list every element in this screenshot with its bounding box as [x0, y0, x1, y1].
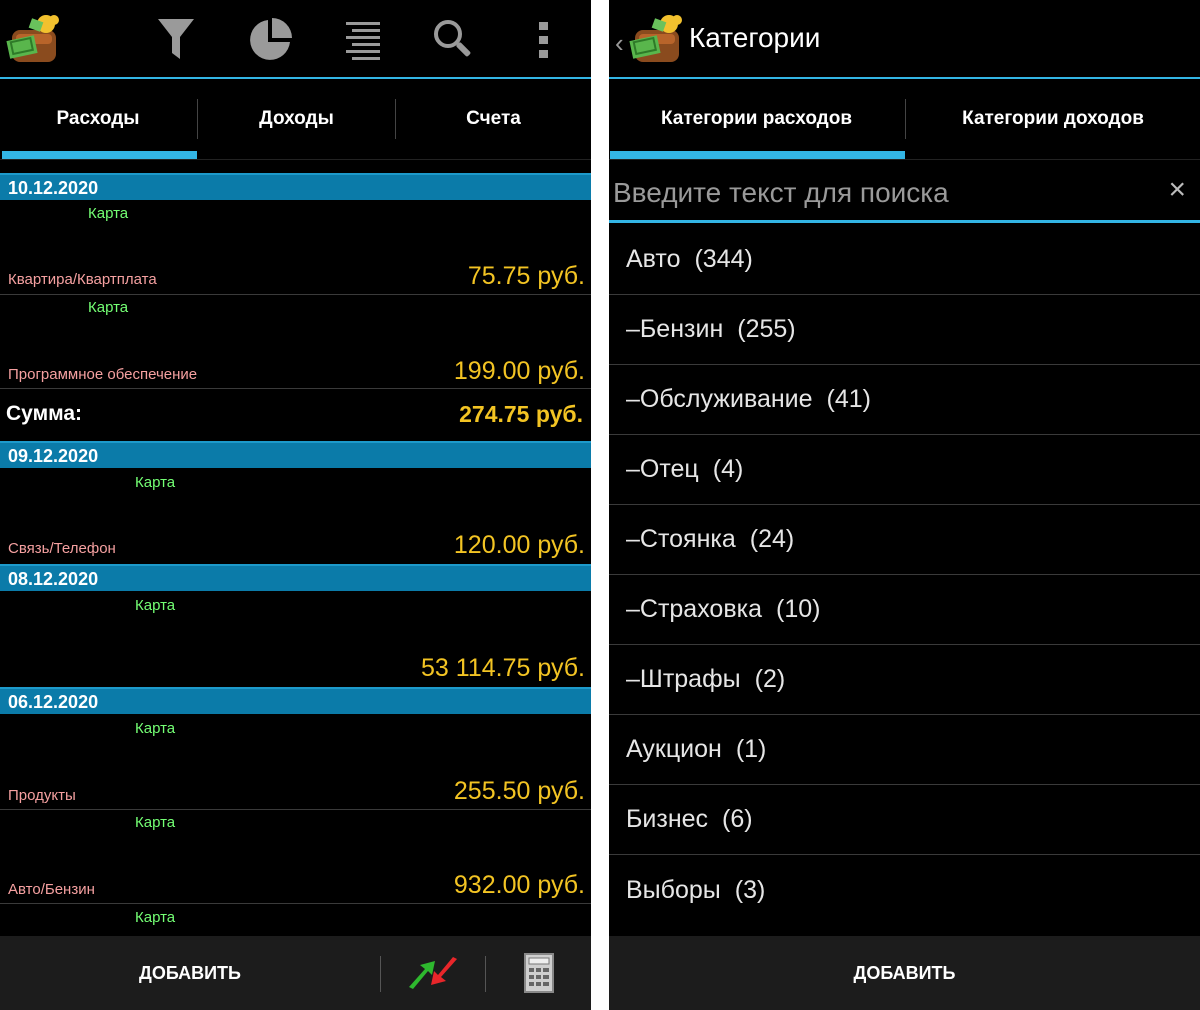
- entry-amount[interactable]: 75.75 руб.: [468, 262, 585, 291]
- category-count: (1): [735, 735, 767, 763]
- category-count: (3): [734, 875, 766, 904]
- category-item[interactable]: –Отец (4): [609, 435, 1200, 505]
- category-name: Выборы: [626, 875, 721, 904]
- category-item[interactable]: –Бензин (255): [609, 295, 1200, 365]
- entry-account: Карта: [135, 597, 176, 614]
- entry-account: Карта: [135, 720, 176, 737]
- pie-chart-icon[interactable]: [246, 16, 294, 69]
- category-name: Авто: [626, 245, 681, 273]
- entry-account: Карта: [88, 205, 129, 222]
- search-icon[interactable]: [432, 18, 474, 65]
- category-tabs: Категории расходов Категории доходов: [609, 79, 1200, 160]
- tab-indicator: [610, 151, 905, 159]
- entry-category[interactable]: Программное обеспечение: [8, 366, 197, 383]
- entry-amount[interactable]: 53 114.75 руб.: [421, 654, 585, 683]
- back-chevron-icon[interactable]: ‹: [615, 28, 624, 59]
- row-divider: [0, 809, 591, 810]
- bottom-bar: ДОБАВИТЬ: [609, 936, 1200, 1010]
- row-divider: [0, 294, 591, 295]
- category-item[interactable]: Выборы (3): [609, 855, 1200, 925]
- tab-expenses[interactable]: Расходы: [0, 79, 196, 159]
- search-input[interactable]: [611, 169, 1155, 217]
- category-item[interactable]: –Штрафы (2): [609, 645, 1200, 715]
- entry-category[interactable]: Квартира/Квартплата: [8, 271, 157, 288]
- entry-account: Карта: [135, 909, 176, 926]
- category-count: (6): [722, 805, 753, 833]
- date-header: 06.12.2020: [0, 687, 591, 714]
- close-icon[interactable]: ×: [1168, 173, 1186, 207]
- expenses-screen: Расходы Доходы Счета 10.12.2020 Карта Кв…: [0, 0, 591, 1010]
- category-name: Аукцион: [626, 735, 722, 763]
- category-name: –Обслуживание: [626, 385, 813, 413]
- entry-amount[interactable]: 932.00 руб.: [454, 871, 585, 900]
- category-item[interactable]: Бизнес (6): [609, 785, 1200, 855]
- sum-value: 274.75 руб.: [459, 401, 583, 427]
- calculator-icon[interactable]: [486, 936, 591, 1010]
- category-count: (2): [754, 665, 786, 693]
- category-name: –Отец: [626, 455, 699, 483]
- category-count: (41): [826, 385, 871, 413]
- entry-account: Карта: [88, 299, 129, 316]
- tab-income-categories[interactable]: Категории доходов: [906, 79, 1200, 159]
- add-button[interactable]: ДОБАВИТЬ: [0, 936, 380, 1010]
- list-icon[interactable]: [346, 20, 382, 65]
- tab-income[interactable]: Доходы: [198, 79, 395, 159]
- category-item[interactable]: Авто (344): [609, 225, 1200, 295]
- tab-indicator: [2, 151, 197, 159]
- category-count: (10): [776, 595, 821, 623]
- sum-label: Сумма:: [6, 402, 83, 425]
- search-underline: [609, 220, 1200, 223]
- entry-category[interactable]: Авто/Бензин: [8, 881, 95, 898]
- transfer-arrows-icon[interactable]: [381, 936, 485, 1010]
- category-count: (24): [749, 525, 795, 553]
- entry-amount[interactable]: 120.00 руб.: [454, 531, 585, 560]
- category-item[interactable]: –Стоянка (24): [609, 505, 1200, 575]
- entry-account: Карта: [135, 814, 176, 831]
- date-header: 08.12.2020: [0, 564, 591, 591]
- tab-expense-categories[interactable]: Категории расходов: [609, 79, 904, 159]
- category-name: –Бензин: [626, 315, 724, 343]
- entry-category[interactable]: Продукты: [8, 787, 76, 804]
- entry-amount[interactable]: 255.50 руб.: [454, 777, 585, 806]
- category-name: –Страховка: [626, 595, 763, 623]
- date-header: 10.12.2020: [0, 173, 591, 200]
- add-button[interactable]: ДОБАВИТЬ: [609, 936, 1200, 1010]
- overflow-menu-icon[interactable]: [538, 20, 550, 65]
- category-name: –Стоянка: [626, 525, 736, 553]
- date-header: 09.12.2020: [0, 441, 591, 468]
- main-tabs: Расходы Доходы Счета: [0, 79, 591, 160]
- entry-amount[interactable]: 199.00 руб.: [454, 357, 585, 386]
- wallet-money-icon[interactable]: [6, 12, 64, 71]
- bottom-bar: ДОБАВИТЬ: [0, 936, 591, 1010]
- category-count: (255): [737, 315, 796, 343]
- row-divider: [0, 903, 591, 904]
- filter-icon[interactable]: [156, 17, 196, 66]
- category-item[interactable]: –Обслуживание (41): [609, 365, 1200, 435]
- categories-screen: ‹ Категории Категории расходов Категории…: [609, 0, 1200, 1010]
- category-count: (4): [712, 455, 744, 483]
- action-bar: [0, 0, 591, 77]
- category-name: –Штрафы: [626, 665, 741, 693]
- entry-account: Карта: [135, 474, 176, 491]
- category-item[interactable]: –Страховка (10): [609, 575, 1200, 645]
- search-bar: ×: [609, 159, 1200, 223]
- category-name: Бизнес: [626, 805, 709, 833]
- page-title: Категории: [689, 22, 821, 53]
- row-divider: [0, 388, 591, 389]
- entry-category[interactable]: Связь/Телефон: [8, 540, 116, 557]
- wallet-money-icon[interactable]: [629, 12, 687, 71]
- action-bar: ‹ Категории: [609, 0, 1200, 77]
- category-item[interactable]: Аукцион (1): [609, 715, 1200, 785]
- tab-accounts[interactable]: Счета: [396, 79, 591, 159]
- category-count: (344): [694, 245, 753, 273]
